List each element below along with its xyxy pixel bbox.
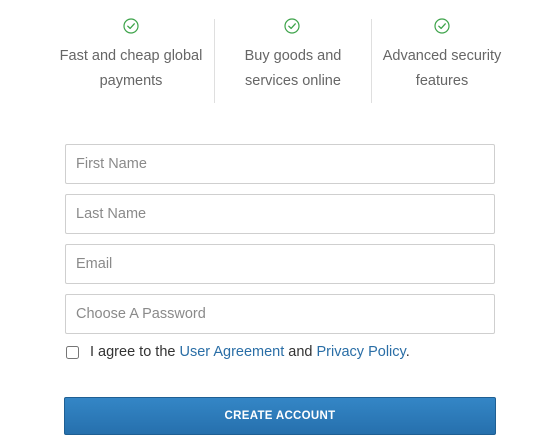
agreement-row: I agree to the User Agreement and Privac… (66, 343, 506, 365)
check-circle-icon (434, 18, 450, 34)
agree-suffix-text: . (405, 344, 410, 360)
create-account-button[interactable]: CREATE ACCOUNT (64, 397, 496, 435)
agree-checkbox[interactable] (66, 346, 79, 359)
feature-text: Advanced security features (372, 44, 512, 94)
check-circle-icon (284, 18, 300, 34)
feature-line: payments (99, 73, 163, 89)
feature-item-shopping: Buy goods and services online (215, 0, 371, 110)
feature-text: Buy goods and services online (215, 44, 371, 94)
feature-list: Fast and cheap global payments Buy goods… (0, 0, 551, 110)
first-name-input[interactable] (65, 144, 495, 184)
privacy-policy-link[interactable]: Privacy Policy (317, 344, 406, 360)
agree-prefix-text: I agree to the (90, 344, 180, 360)
feature-line: Advanced security (382, 48, 502, 64)
feature-line: features (415, 73, 469, 89)
user-agreement-link[interactable]: User Agreement (179, 344, 284, 360)
agree-and-text: and (284, 344, 317, 360)
agree-label[interactable]: I agree to the User Agreement and Privac… (90, 344, 410, 360)
feature-item-security: Advanced security features (372, 0, 512, 110)
email-input[interactable] (65, 244, 495, 284)
feature-line: Fast and cheap global (59, 48, 203, 64)
feature-line: services online (245, 73, 341, 89)
feature-text: Fast and cheap global payments (48, 44, 214, 94)
check-circle-icon (123, 18, 139, 34)
feature-line: Buy goods and (244, 48, 342, 64)
last-name-input[interactable] (65, 194, 495, 234)
feature-item-payments: Fast and cheap global payments (48, 0, 214, 110)
password-input[interactable] (65, 294, 495, 334)
